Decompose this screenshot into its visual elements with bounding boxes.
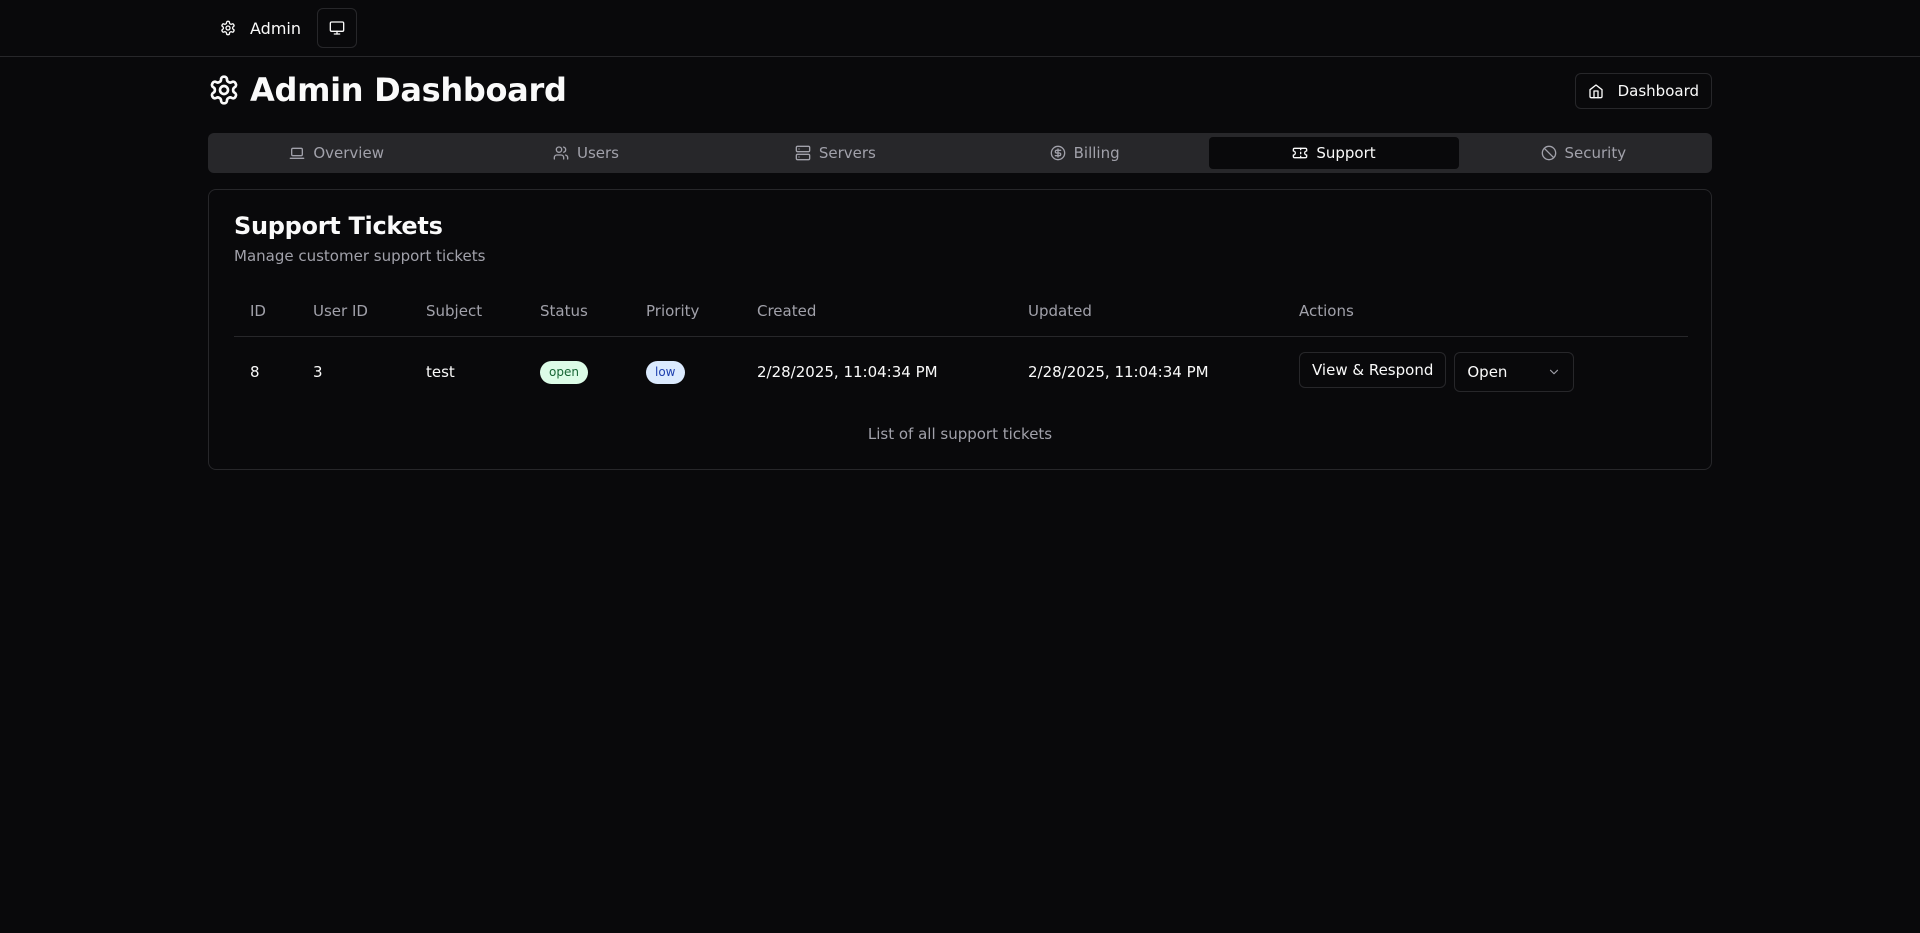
chevron-down-icon — [1547, 365, 1561, 379]
tab-label: Billing — [1073, 144, 1120, 162]
home-icon — [1588, 83, 1604, 99]
column-header-created: Created — [741, 287, 1012, 337]
column-header-updated: Updated — [1012, 287, 1283, 337]
card-title: Support Tickets — [234, 212, 443, 240]
laptop-icon — [289, 145, 305, 161]
ticket-id: 8 — [250, 363, 260, 382]
tab-security[interactable]: Security — [1459, 137, 1708, 169]
tab-label: Security — [1564, 144, 1627, 162]
admin-tabs: Overview Users Servers Billing Support S… — [208, 133, 1712, 173]
column-header-id: ID — [234, 287, 297, 337]
column-header-actions: Actions — [1283, 287, 1688, 337]
card-description: Manage customer support tickets — [234, 247, 486, 265]
tab-overview[interactable]: Overview — [212, 137, 461, 169]
table-row: 8 3 test open low 2/28/2025, 11:04:34 PM… — [234, 336, 1688, 408]
tab-billing[interactable]: Billing — [960, 137, 1209, 169]
dashboard-button-label: Dashboard — [1617, 82, 1699, 100]
users-icon — [553, 145, 569, 161]
ticket-subject: test — [426, 363, 455, 382]
tab-label: Support — [1316, 144, 1376, 162]
ticket-created: 2/28/2025, 11:04:34 PM — [757, 363, 938, 382]
view-respond-button[interactable]: View & Respond — [1299, 352, 1447, 389]
ticket-actions: View & Respond Open — [1299, 352, 1672, 393]
ticket-updated: 2/28/2025, 11:04:34 PM — [1028, 363, 1209, 382]
tab-label: Servers — [818, 144, 876, 162]
ticket-priority-cell: low — [630, 336, 741, 408]
ban-icon — [1541, 145, 1557, 161]
top-navigation-bar: Admin — [0, 0, 1920, 57]
admin-link[interactable]: Admin — [208, 8, 313, 48]
page-header: Admin Dashboard Dashboard — [208, 70, 1712, 110]
tab-support[interactable]: Support — [1209, 137, 1459, 169]
ticket-icon — [1292, 145, 1308, 161]
display-toggle-button[interactable] — [317, 8, 357, 48]
tickets-table: ID User ID Subject Status Priority Creat… — [234, 287, 1688, 408]
column-header-subject: Subject — [410, 287, 524, 337]
gear-icon — [220, 20, 236, 36]
table-header-row: ID User ID Subject Status Priority Creat… — [234, 287, 1688, 337]
status-select[interactable]: Open — [1454, 352, 1575, 393]
status-badge: open — [540, 360, 588, 384]
column-header-priority: Priority — [630, 287, 741, 337]
support-tickets-card: Support Tickets Manage customer support … — [208, 189, 1712, 470]
priority-badge: low — [646, 360, 685, 384]
page-title: Admin Dashboard — [208, 70, 567, 110]
column-header-user-id: User ID — [297, 287, 410, 337]
gear-icon — [208, 74, 240, 106]
ticket-user-id: 3 — [313, 363, 323, 382]
tab-users[interactable]: Users — [461, 137, 710, 169]
server-icon — [795, 145, 811, 161]
tab-servers[interactable]: Servers — [711, 137, 960, 169]
page-title-text: Admin Dashboard — [250, 71, 567, 109]
dollar-circle-icon — [1050, 145, 1066, 161]
ticket-status-cell: open — [524, 336, 630, 408]
table-caption: List of all support tickets — [867, 425, 1053, 443]
ticket-actions-cell: View & Respond Open — [1283, 336, 1688, 408]
admin-link-label: Admin — [250, 18, 301, 38]
dashboard-button[interactable]: Dashboard — [1574, 73, 1712, 109]
monitor-icon — [329, 20, 345, 36]
status-select-value: Open — [1467, 363, 1508, 382]
tab-label: Users — [576, 144, 619, 162]
tab-label: Overview — [313, 144, 384, 162]
column-header-status: Status — [524, 287, 630, 337]
